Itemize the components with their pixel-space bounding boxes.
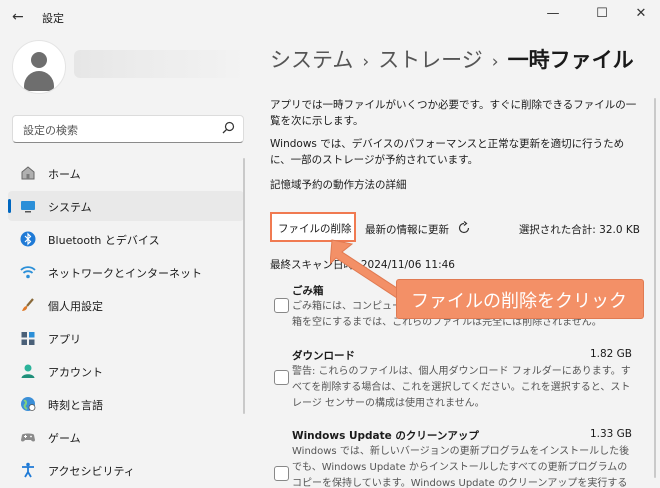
item-title: Windows Update のクリーンアップ <box>292 430 479 442</box>
breadcrumb-separator: › <box>362 52 370 72</box>
item-title: ダウンロード <box>292 350 355 362</box>
sidebar-item-label: アカウント <box>48 366 103 379</box>
main-content: システム › ストレージ › 一時ファイル アプリでは一時ファイルがいくつか必要です。す… <box>270 0 660 488</box>
sidebar-item-personalization[interactable]: 個人用設定 <box>8 290 244 320</box>
item-title: ごみ箱 <box>292 285 324 297</box>
sidebar-item-accessibility[interactable]: アクセシビリティ <box>8 455 244 485</box>
brush-icon <box>22 298 34 311</box>
wifi-icon <box>20 266 36 279</box>
breadcrumb-storage[interactable]: ストレージ <box>378 48 483 72</box>
sidebar-item-label: Bluetooth とデバイス <box>48 234 160 247</box>
account-icon <box>21 364 35 378</box>
search-input[interactable]: 設定の検索 <box>12 115 244 143</box>
refresh-button[interactable]: 最新の情報に更新 <box>365 222 449 237</box>
sidebar-item-label: アクセシビリティ <box>48 465 135 478</box>
annotation-text: ファイルの削除をクリック <box>411 291 627 312</box>
accessibility-icon <box>22 462 34 478</box>
sidebar-item-label: ネットワークとインターネット <box>48 267 202 280</box>
sidebar-item-label: 時刻と言語 <box>48 399 103 412</box>
selected-total: 選択された合計: 32.0 KB <box>518 224 640 236</box>
active-indicator <box>8 199 11 213</box>
profile-name-blurred <box>74 50 244 78</box>
search-placeholder: 設定の検索 <box>23 124 78 137</box>
bluetooth-icon <box>20 231 36 247</box>
annotation-callout: ファイルの削除をクリック <box>396 279 644 319</box>
item-description: 警告: これらのファイルは、個人用ダウンロード フォルダーにあります。すべてを削… <box>292 366 631 409</box>
gamepad-icon <box>21 433 35 442</box>
app-title: 設定 <box>42 12 64 25</box>
back-arrow-icon[interactable]: ← <box>12 9 24 25</box>
item-size: 1.82 GB <box>589 348 632 360</box>
avatar[interactable] <box>12 40 66 94</box>
sidebar-nav: ホーム システム Bluetooth とデバイス ネットワークとインターネット … <box>8 158 244 488</box>
page-title: 一時ファイル <box>507 48 634 72</box>
sidebar-item-label: 個人用設定 <box>48 300 103 313</box>
intro-text: アプリでは一時ファイルがいくつか必要です。すぐに削除できるファイルの一覧を次に示… <box>270 99 637 127</box>
apps-icon <box>21 332 35 345</box>
sidebar-item-system[interactable]: システム <box>8 191 244 221</box>
sidebar-item-time-language[interactable]: 時刻と言語 <box>8 389 244 419</box>
breadcrumb-separator: › <box>491 52 499 72</box>
home-icon <box>21 166 35 180</box>
sidebar-item-label: ゲーム <box>48 432 81 445</box>
search-icon <box>222 121 235 134</box>
breadcrumb: システム › ストレージ › 一時ファイル <box>270 44 634 74</box>
sidebar-item-accounts[interactable]: アカウント <box>8 356 244 386</box>
sidebar-item-home[interactable]: ホーム <box>8 158 244 188</box>
sidebar-item-bluetooth[interactable]: Bluetooth とデバイス <box>8 224 244 254</box>
item-size: 1.33 GB <box>589 428 632 440</box>
sidebar-item-gaming[interactable]: ゲーム <box>8 422 244 452</box>
breadcrumb-system[interactable]: システム <box>270 48 353 72</box>
sidebar-item-network[interactable]: ネットワークとインターネット <box>8 257 244 287</box>
windows-update-checkbox[interactable] <box>274 466 289 481</box>
sidebar-scrollbar[interactable] <box>243 158 245 414</box>
sidebar-item-apps[interactable]: アプリ <box>8 323 244 353</box>
reserved-storage-text: Windows では、デバイスのパフォーマンスと正常な更新を適切に行うために、一… <box>270 138 625 166</box>
reserved-storage-link[interactable]: 記憶域予約の動作方法の詳細 <box>270 177 407 192</box>
delete-files-label: ファイルの削除 <box>278 223 352 235</box>
item-description: Windows では、新しいバージョンの更新プログラムをインストールした後でも、… <box>292 446 630 488</box>
system-icon <box>21 201 35 213</box>
sidebar-item-label: ホーム <box>48 168 81 181</box>
globe-icon <box>21 397 36 411</box>
sidebar-item-label: アプリ <box>48 333 81 346</box>
downloads-checkbox[interactable] <box>274 370 289 385</box>
sidebar-item-label: システム <box>48 201 92 214</box>
refresh-icon[interactable] <box>457 221 471 235</box>
main-scrollbar[interactable] <box>654 98 656 478</box>
recycle-bin-checkbox[interactable] <box>274 298 289 313</box>
